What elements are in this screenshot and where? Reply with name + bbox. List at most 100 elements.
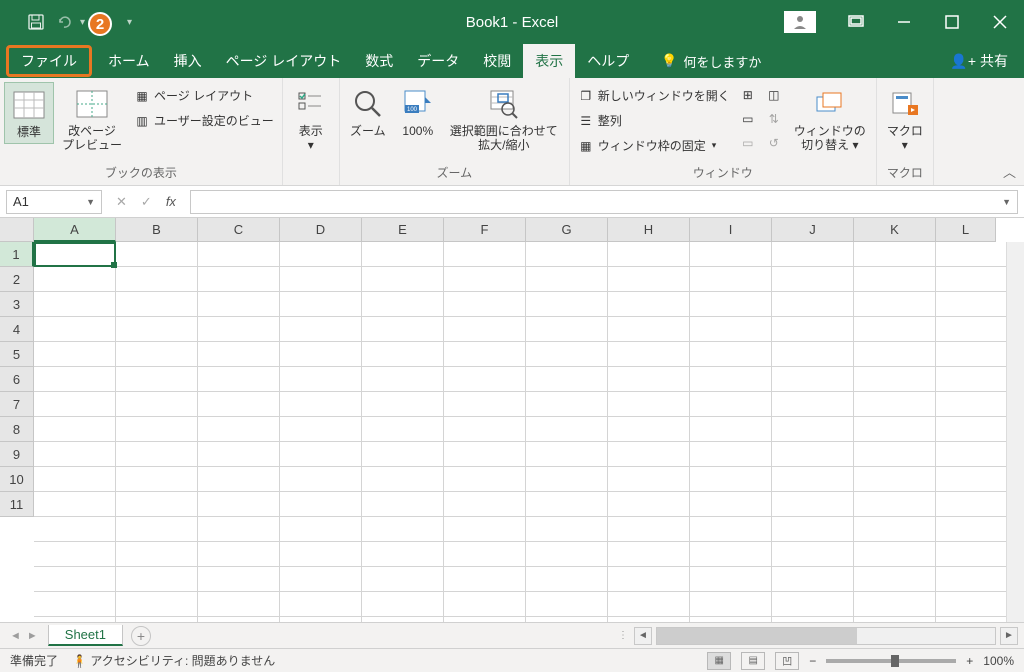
row-header[interactable]: 7 — [0, 392, 34, 417]
custom-views-button[interactable]: ▥ ユーザー設定のビュー — [130, 109, 278, 132]
sync-scroll-button[interactable]: ⇅ — [762, 108, 786, 130]
zoom-button[interactable]: ズーム — [344, 82, 392, 142]
formulas-tab[interactable]: 数式 — [353, 44, 405, 78]
share-button[interactable]: 👤+ 共有 — [950, 44, 1008, 78]
fill-handle[interactable] — [111, 262, 117, 268]
page-break-preview-button[interactable]: 改ページ プレビュー — [56, 82, 128, 157]
freeze-label: ウィンドウ枠の固定 — [598, 137, 706, 154]
sheet-nav-prev-icon[interactable]: ◄ — [10, 630, 21, 642]
show-label: 表示▾ — [299, 124, 323, 153]
share-icon: 👤+ — [950, 53, 976, 70]
column-header[interactable]: L — [936, 218, 996, 242]
column-header[interactable]: E — [362, 218, 444, 242]
cancel-formula-icon[interactable]: ✕ — [116, 194, 127, 210]
zoom-selection-button[interactable]: 選択範囲に合わせて 拡大/縮小 — [444, 82, 564, 157]
cell-grid[interactable] — [34, 242, 1006, 622]
column-header[interactable]: F — [444, 218, 526, 242]
data-tab[interactable]: データ — [405, 44, 471, 78]
help-tab[interactable]: ヘルプ — [575, 44, 641, 78]
freeze-panes-button[interactable]: ▦ ウィンドウ枠の固定 ▾ — [574, 134, 734, 157]
zoom-level[interactable]: 100% — [983, 654, 1014, 668]
tell-me-search[interactable]: 💡 何をしますか — [661, 44, 761, 78]
column-header[interactable]: C — [198, 218, 280, 242]
undo-icon[interactable] — [54, 12, 74, 32]
arrange-all-button[interactable]: ☰ 整列 — [574, 109, 734, 132]
close-icon[interactable] — [976, 0, 1024, 44]
column-header[interactable]: A — [34, 218, 116, 242]
switch-windows-button[interactable]: ウィンドウの 切り替え ▾ — [788, 82, 872, 157]
column-header[interactable]: G — [526, 218, 608, 242]
row-header[interactable]: 11 — [0, 492, 34, 517]
row-header[interactable]: 8 — [0, 417, 34, 442]
column-header[interactable]: I — [690, 218, 772, 242]
reset-position-button[interactable]: ↺ — [762, 132, 786, 154]
column-header[interactable]: B — [116, 218, 198, 242]
formula-input[interactable]: ▼ — [190, 190, 1018, 214]
select-all-corner[interactable] — [0, 218, 34, 242]
zoom-100-button[interactable]: 100 100% — [394, 82, 442, 142]
maximize-icon[interactable] — [928, 0, 976, 44]
column-header[interactable]: J — [772, 218, 854, 242]
account-icon[interactable] — [784, 11, 816, 33]
row-header[interactable]: 1 — [0, 242, 34, 267]
horizontal-scrollbar[interactable] — [656, 627, 996, 645]
hscroll-thumb[interactable] — [657, 628, 857, 644]
accessibility-status[interactable]: 🧍 アクセシビリティ: 問題ありません — [72, 652, 275, 669]
view-tab[interactable]: 表示 — [523, 44, 575, 78]
active-cell[interactable] — [34, 242, 116, 267]
save-icon[interactable] — [26, 12, 46, 32]
group-label-window: ウィンドウ — [574, 162, 872, 185]
minimize-icon[interactable] — [880, 0, 928, 44]
ribbon-display-icon[interactable] — [832, 0, 880, 44]
undo-dropdown-icon[interactable]: ▾ — [80, 17, 85, 28]
formula-expand-icon[interactable]: ▼ — [1002, 197, 1011, 207]
row-header[interactable]: 9 — [0, 442, 34, 467]
page-layout-view-icon[interactable]: ▤ — [741, 652, 765, 670]
macros-icon — [887, 86, 923, 122]
new-window-button[interactable]: ❐ 新しいウィンドウを開く — [574, 84, 734, 107]
zoom-slider[interactable] — [826, 659, 956, 663]
qat-customize-icon[interactable]: ▾ — [127, 17, 132, 28]
hscroll-right-icon[interactable]: ► — [1000, 627, 1018, 645]
row-header[interactable]: 6 — [0, 367, 34, 392]
arrange-label: 整列 — [598, 112, 622, 129]
row-header[interactable]: 2 — [0, 267, 34, 292]
column-header[interactable]: H — [608, 218, 690, 242]
review-tab[interactable]: 校閲 — [471, 44, 523, 78]
vertical-scrollbar[interactable] — [1006, 242, 1024, 622]
normal-view-button[interactable]: 標準 — [4, 82, 54, 144]
zoom-out-icon[interactable]: − — [809, 654, 816, 668]
sheet-nav-next-icon[interactable]: ► — [27, 630, 38, 642]
zoom-in-icon[interactable]: + — [966, 654, 973, 668]
file-tab[interactable]: ファイル — [6, 45, 92, 77]
page-break-view-icon[interactable]: 凹 — [775, 652, 799, 670]
page-layout-view-button[interactable]: ▦ ページ レイアウト — [130, 84, 278, 107]
row-header[interactable]: 4 — [0, 317, 34, 342]
split-button[interactable]: ⊞ — [736, 84, 760, 106]
enter-formula-icon[interactable]: ✓ — [141, 194, 152, 210]
row-header[interactable]: 5 — [0, 342, 34, 367]
column-header[interactable]: K — [854, 218, 936, 242]
macros-button[interactable]: マクロ▾ — [881, 82, 929, 157]
add-sheet-button[interactable]: + — [131, 626, 151, 646]
row-header[interactable]: 3 — [0, 292, 34, 317]
sheet-tab[interactable]: Sheet1 — [48, 625, 123, 646]
hide-button[interactable]: ▭ — [736, 108, 760, 130]
insert-function-icon[interactable]: fx — [166, 194, 176, 209]
home-tab[interactable]: ホーム — [96, 44, 162, 78]
name-box[interactable]: A1 ▼ — [6, 190, 102, 214]
hscroll-left-icon[interactable]: ◄ — [634, 627, 652, 645]
normal-view-icon[interactable]: ▦ — [707, 652, 731, 670]
view-side-by-side-button[interactable]: ◫ — [762, 84, 786, 106]
row-header[interactable]: 10 — [0, 467, 34, 492]
insert-tab[interactable]: 挿入 — [162, 44, 214, 78]
zoom-slider-thumb[interactable] — [891, 655, 899, 667]
column-header[interactable]: D — [280, 218, 362, 242]
page-layout-tab[interactable]: ページ レイアウト — [214, 44, 354, 78]
show-dropdown[interactable]: 表示▾ — [287, 82, 335, 157]
collapse-ribbon-icon[interactable]: ︿ — [999, 158, 1024, 185]
page-layout-icon: ▦ — [134, 88, 150, 104]
unhide-button[interactable]: ▭ — [736, 132, 760, 154]
name-box-dropdown-icon[interactable]: ▼ — [86, 197, 95, 207]
quick-access-toolbar: ▾ — [0, 12, 85, 32]
